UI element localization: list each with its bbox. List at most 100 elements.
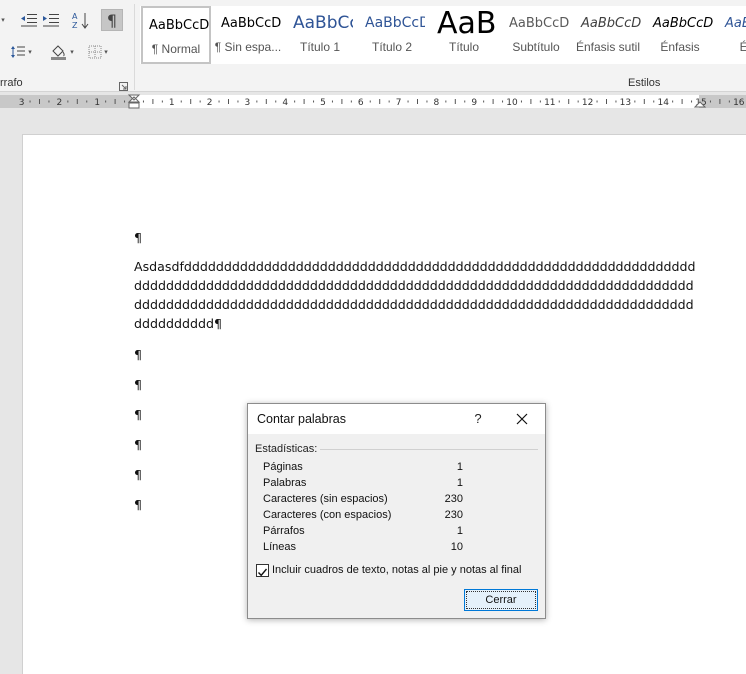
- borders-icon: [88, 45, 102, 59]
- style-name: ¶ Normal: [151, 42, 201, 56]
- stat-label: Páginas: [263, 461, 303, 473]
- group-separator: [134, 4, 135, 90]
- paint-bucket-icon: [51, 45, 67, 60]
- group-divider: [320, 449, 538, 450]
- paragraph-mark: ¶: [134, 377, 143, 392]
- style-preview: AaBbCcDc: [653, 15, 713, 31]
- dialog-titlebar[interactable]: Contar palabras ?: [248, 404, 545, 434]
- style-name: ¶ Sin espa...: [214, 40, 282, 54]
- ruler-label: 5: [320, 98, 326, 108]
- style-name: Énfasis sutil: [575, 40, 641, 54]
- style-preview: AaBbCc: [725, 15, 746, 31]
- ruler-label: 2: [207, 98, 213, 108]
- decrease-indent-icon[interactable]: [18, 9, 40, 31]
- text-line: Asdasdfddddddddddddddddddddddddddddddddd…: [134, 259, 696, 274]
- ruler-label: 10: [506, 98, 518, 108]
- style-item[interactable]: AaBbCcDc ¶ Normal: [141, 6, 211, 64]
- style-preview: AaBbCcD: [509, 15, 569, 31]
- include-textboxes-label[interactable]: Incluir cuadros de texto, notas al pie y…: [272, 564, 521, 576]
- paragraph-dialog-launcher-icon[interactable]: [119, 78, 128, 91]
- stat-label: Caracteres (sin espacios): [263, 493, 388, 505]
- style-item[interactable]: AaBbCcD Subtítulo: [501, 6, 571, 64]
- text-line: dddddddddd¶: [134, 316, 222, 331]
- horizontal-ruler[interactable]: 32112345678910111213141516: [0, 92, 746, 112]
- line-spacing-icon: [11, 46, 26, 58]
- stat-row: Líneas 10: [263, 541, 463, 557]
- ruler-label: 9: [471, 98, 477, 108]
- stat-label: Palabras: [263, 477, 307, 489]
- style-preview: AaBbCcDc: [149, 17, 209, 33]
- ruler-label: 1: [169, 98, 175, 108]
- stat-value: 230: [444, 493, 463, 505]
- text-line: dddddddddddddddddddddddddddddddddddddddd…: [134, 297, 694, 312]
- style-item[interactable]: AaBbCc Título 1: [285, 6, 355, 64]
- close-button[interactable]: Cerrar: [464, 589, 538, 611]
- stat-row: Párrafos 1: [263, 525, 463, 541]
- show-formatting-button[interactable]: ¶: [101, 9, 123, 31]
- paragraph-mark: ¶: [134, 347, 143, 362]
- ruler-label: 2: [57, 98, 63, 108]
- ruler-label: 4: [282, 98, 288, 108]
- style-item[interactable]: AaB Título: [429, 6, 499, 64]
- stat-label: Caracteres (con espacios): [263, 509, 392, 521]
- style-preview: AaBbCcDc: [221, 15, 281, 31]
- include-textboxes-checkbox[interactable]: [256, 564, 269, 577]
- ribbon: ▾ AZ ¶ ▾ ▾ ▾ rrafo AaBbCcDc¶ NormalAaBbC…: [0, 0, 746, 92]
- stat-value: 230: [444, 509, 463, 521]
- style-item[interactable]: AaBbCc Énfa: [717, 6, 746, 64]
- stat-row: Páginas 1: [263, 461, 463, 477]
- paragraph-mark: ¶: [134, 467, 143, 482]
- word-count-dialog: Contar palabras ? Estadísticas: Páginas 1…: [247, 403, 546, 619]
- style-item[interactable]: AaBbCcDc Énfasis: [645, 6, 715, 64]
- stat-value: 10: [450, 541, 463, 553]
- sort-icon[interactable]: AZ: [70, 9, 92, 31]
- style-name: Título: [448, 40, 479, 54]
- style-item[interactable]: AaBbCcDc ¶ Sin espa...: [213, 6, 283, 64]
- style-name: Énfasis: [660, 40, 700, 54]
- ruler-label: 13: [620, 98, 631, 108]
- borders-button[interactable]: ▾: [84, 41, 112, 63]
- ruler-label: 3: [19, 98, 25, 108]
- ruler-label: 6: [358, 98, 364, 108]
- stat-row: Palabras 1: [263, 477, 463, 493]
- paragraph-group-label: rrafo: [0, 77, 23, 89]
- ruler-label: 1: [94, 98, 100, 108]
- style-name: Título 2: [371, 40, 413, 54]
- ruler-label: 16: [733, 98, 745, 108]
- shading-button[interactable]: ▾: [46, 41, 78, 63]
- help-button[interactable]: ?: [467, 408, 489, 430]
- paragraph-mark: ¶: [134, 497, 143, 512]
- stat-row: Caracteres (sin espacios) 230: [263, 493, 463, 509]
- styles-gallery: AaBbCcDc¶ NormalAaBbCcDc¶ Sin espa...AaB…: [140, 6, 746, 64]
- svg-text:Z: Z: [72, 21, 78, 29]
- stat-value: 1: [456, 461, 463, 473]
- paragraph-mark: ¶: [134, 437, 143, 452]
- stat-label: Líneas: [263, 541, 297, 553]
- checkmark-icon: [257, 568, 268, 577]
- statistics-group-label: Estadísticas:: [255, 443, 318, 455]
- style-name: Subtítulo: [512, 40, 560, 54]
- ruler-label: 12: [582, 98, 593, 108]
- style-preview: AaB: [437, 6, 497, 40]
- increase-indent-icon[interactable]: [40, 9, 62, 31]
- style-preview: AaBbCc: [293, 13, 353, 33]
- style-item[interactable]: AaBbCcD Título 2: [357, 6, 427, 64]
- style-item[interactable]: AaBbCcDc Énfasis sutil: [573, 6, 643, 64]
- style-preview: AaBbCcD: [365, 15, 425, 31]
- ruler-label: 8: [434, 98, 440, 108]
- ruler-label: 11: [544, 98, 555, 108]
- list-dropdown-arrow[interactable]: ▾: [0, 9, 6, 31]
- stat-label: Párrafos: [263, 525, 305, 537]
- stat-row: Caracteres (con espacios) 230: [263, 509, 463, 525]
- dialog-title: Contar palabras: [257, 412, 346, 426]
- pilcrow-icon: ¶: [106, 10, 118, 30]
- style-preview: AaBbCcDc: [581, 15, 641, 31]
- stat-value: 1: [456, 525, 463, 537]
- line-spacing-button[interactable]: ▾: [6, 41, 36, 63]
- indent-marker[interactable]: [127, 94, 141, 109]
- ruler-label: 14: [657, 98, 669, 108]
- dialog-close-button[interactable]: [508, 408, 536, 430]
- text-line: dddddddddddddddddddddddddddddddddddddddd…: [134, 278, 694, 293]
- ruler-label: 3: [245, 98, 251, 108]
- close-icon: [516, 413, 528, 425]
